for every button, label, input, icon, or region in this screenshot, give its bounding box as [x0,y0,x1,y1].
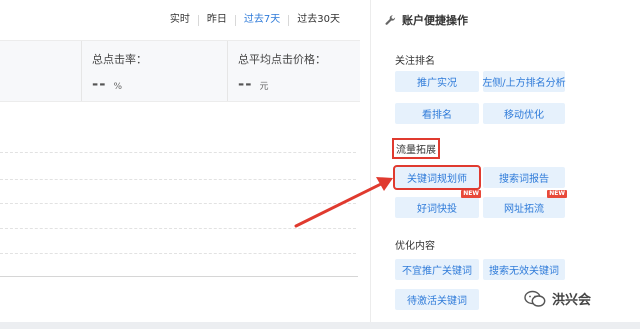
rank-analysis-button[interactable]: 左侧/上方排名分析 [482,71,566,92]
panel-title: 账户便捷操作 [402,14,468,27]
url-traffic-button[interactable]: 网址拓流 NEW [483,190,567,218]
metric-cell-truncated [0,41,81,101]
chart-gridline [0,152,356,153]
watermark-text: 洪兴会 [552,293,592,308]
button-label: 好词快投 [417,204,457,215]
chart-x-axis [0,276,358,277]
metric-unit: 元 [259,82,269,92]
view-rank-button[interactable]: 看排名 [395,103,479,124]
pending-keywords-button[interactable]: 待激活关键词 [395,289,479,310]
bottom-scroll-strip [0,322,640,329]
watermark: 洪兴会 [524,289,591,308]
chart-gridline [0,228,356,229]
chart-gridline [0,203,356,204]
date-range-tabs: 实时 昨日 过去7天 过去30天 [162,13,348,27]
chart-gridline [0,179,356,180]
chart-gridline [0,253,356,254]
panel-header: 账户便捷操作 [385,12,468,28]
metric-number: -- [92,75,107,93]
metric-number: -- [238,75,253,93]
unsuitable-keywords-button[interactable]: 不宜推广关键词 [395,259,479,280]
tab-last-7-days[interactable]: 过去7天 [236,13,288,27]
trend-chart-area [0,102,360,282]
search-term-report-button[interactable]: 搜索词报告 [483,167,565,188]
mobile-optimize-button[interactable]: 移动优化 [483,103,565,124]
button-label: 网址拓流 [504,204,544,215]
good-word-quick-button[interactable]: 好词快投 NEW [395,190,481,218]
account-quick-panel: 账户便捷操作 关注排名 推广实况 左侧/上方排名分析 看排名 移动优化 流量拓展… [370,0,640,329]
tab-yesterday[interactable]: 昨日 [199,13,235,27]
metrics-row: 总点击率： -- % 总平均点击价格： -- 元 [0,40,360,102]
tab-realtime[interactable]: 实时 [162,13,198,27]
metric-title: 总点击率： [92,53,147,66]
metric-title: 总平均点击价格： [238,53,326,66]
live-preview-button[interactable]: 推广实况 [395,71,479,92]
stats-panel: 实时 昨日 过去7天 过去30天 总点击率： -- % 总平均点击价格： -- … [0,0,370,329]
section-traffic-expand-label: 流量拓展 [392,138,440,159]
metric-avg-click-price: 总平均点击价格： -- 元 [227,41,360,101]
wrench-icon [385,14,396,25]
metric-value: -- 元 [238,75,268,93]
section-follow-rank-label: 关注排名 [395,56,435,67]
section-optimize-content-label: 优化内容 [395,241,435,252]
new-badge: NEW [461,190,481,198]
new-badge: NEW [547,190,567,198]
wechat-icon [524,290,546,307]
tab-last-30-days[interactable]: 过去30天 [289,13,348,27]
invalid-keywords-button[interactable]: 搜索无效关键词 [483,259,565,280]
metric-value: -- % [92,75,122,93]
metric-click-rate: 总点击率： -- % [81,41,227,101]
metric-unit: % [113,82,123,92]
keyword-planner-button[interactable]: 关键词规划师 [393,165,481,190]
